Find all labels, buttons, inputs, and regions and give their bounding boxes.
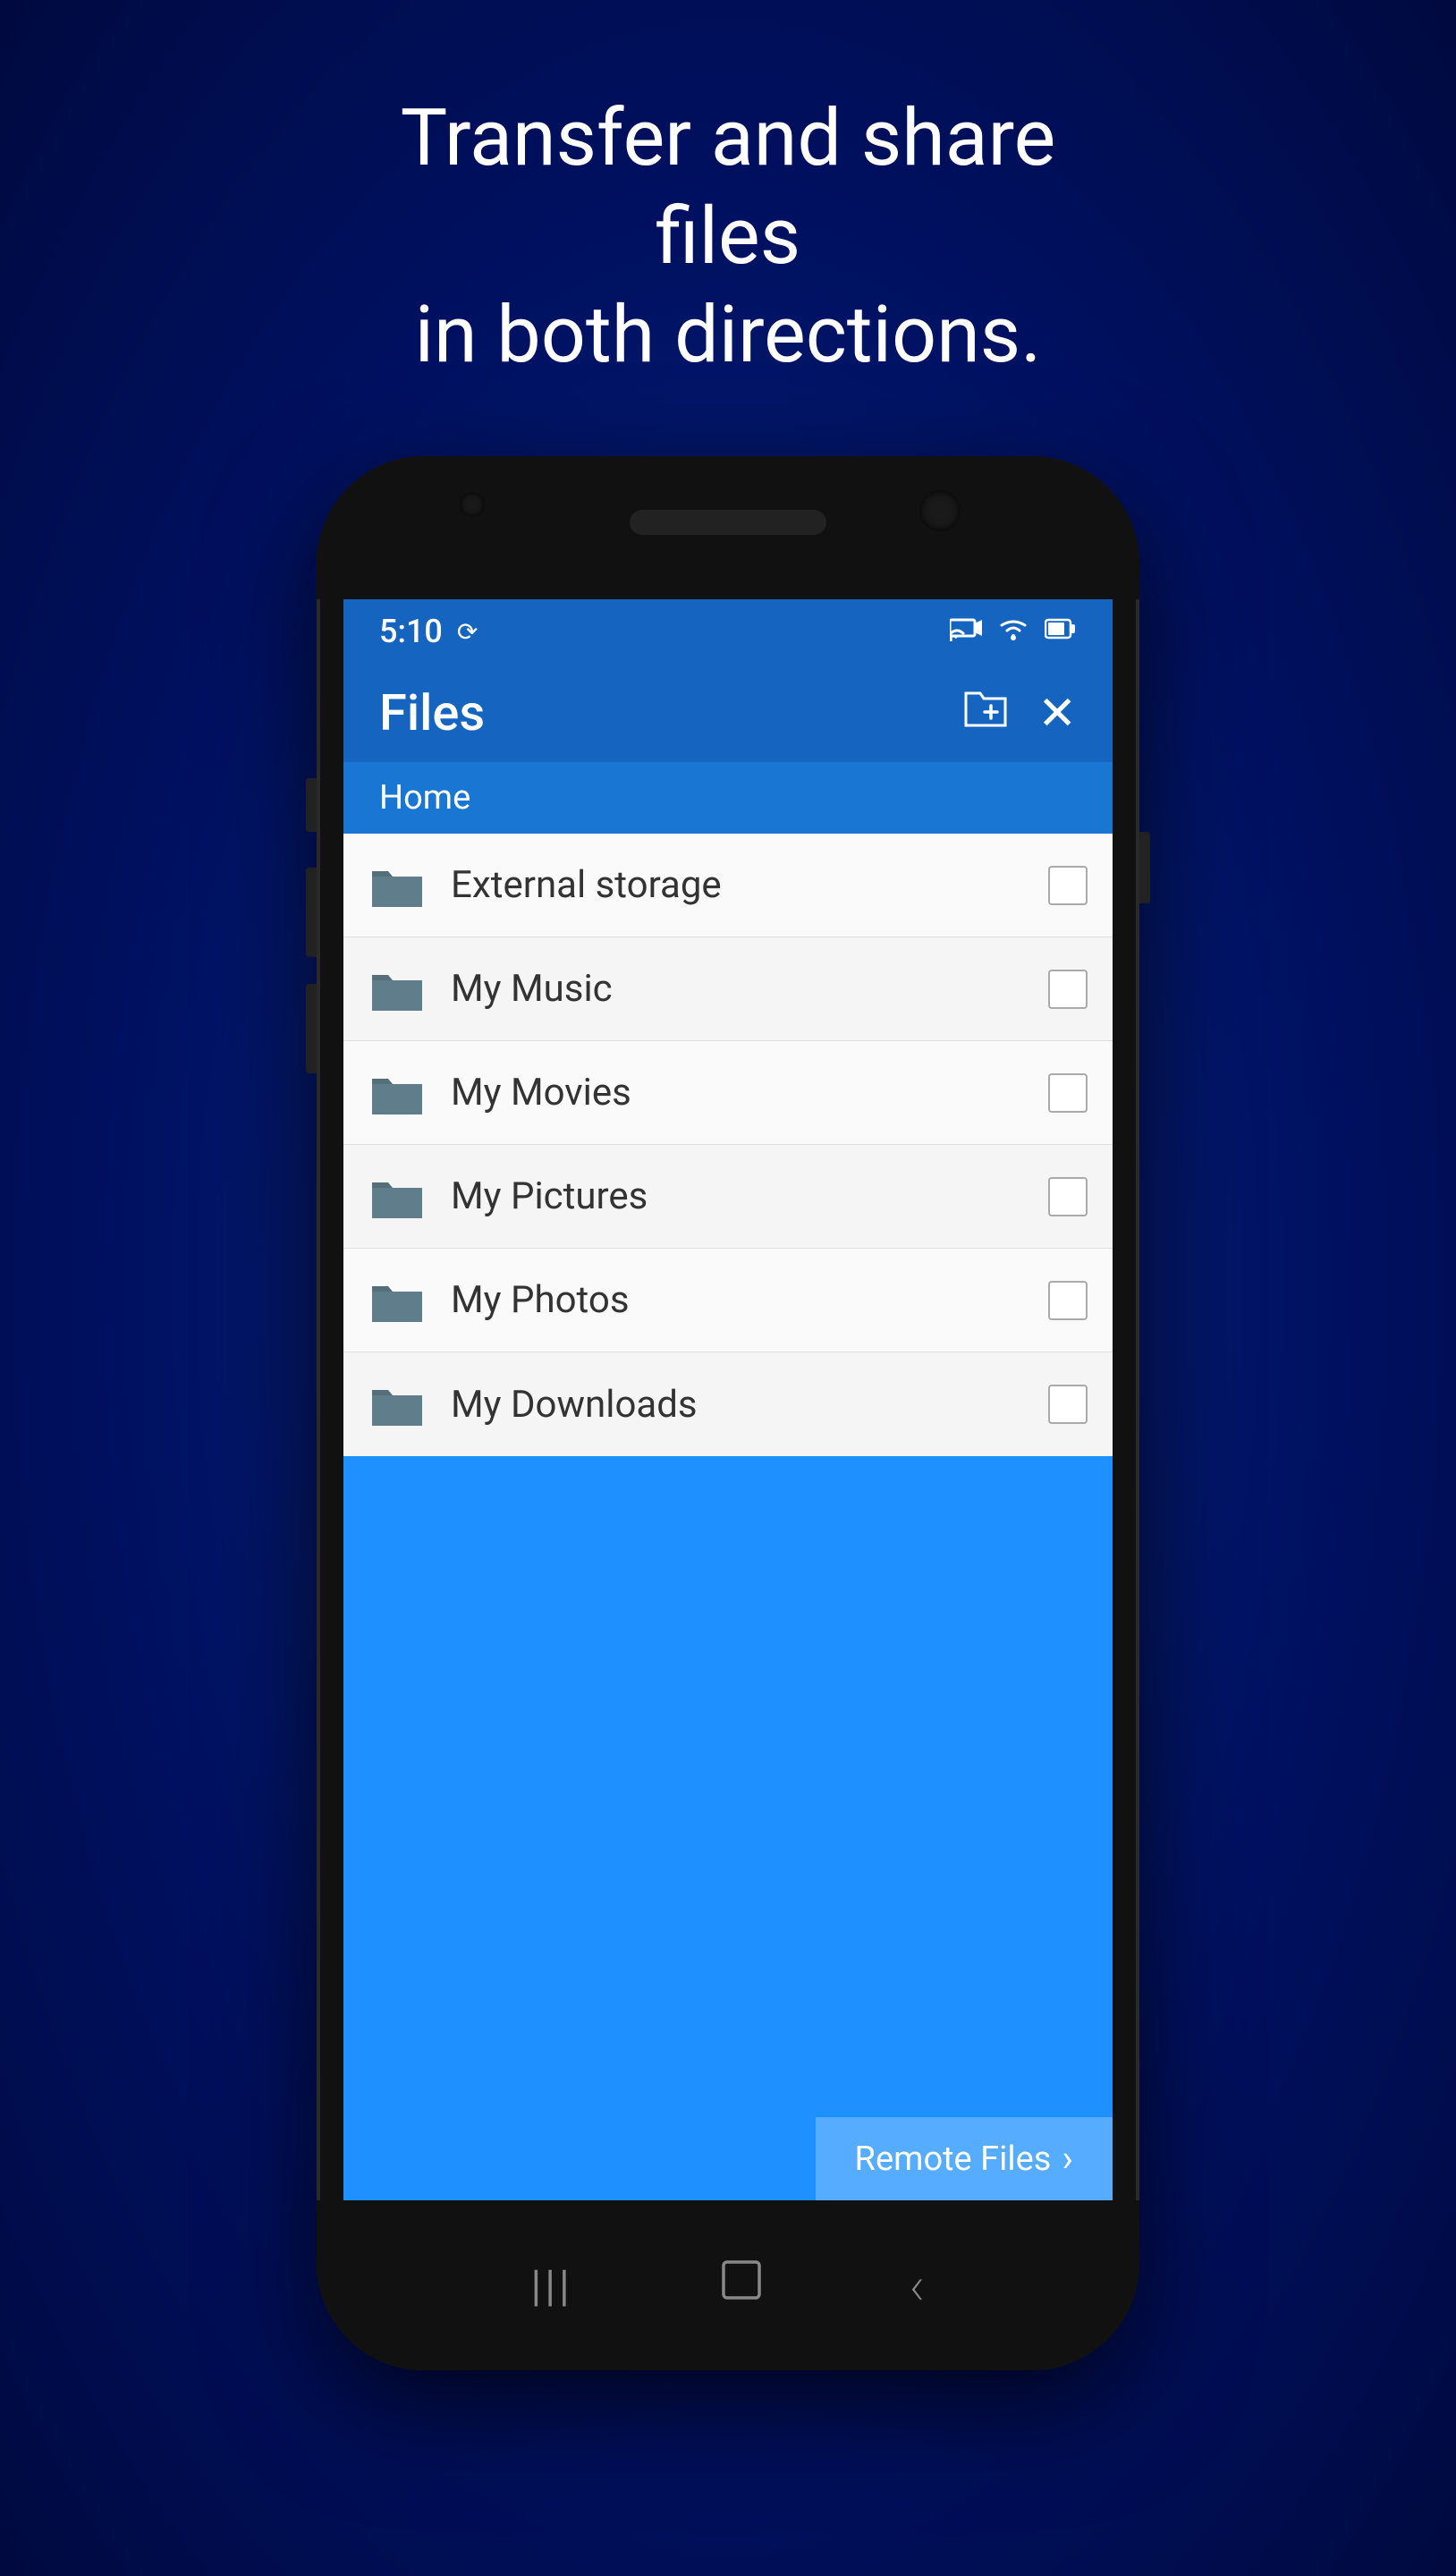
back-nav-icon[interactable]: ‹ (910, 2254, 926, 2318)
close-button[interactable]: ✕ (1037, 686, 1077, 741)
breadcrumb-path: Home (379, 778, 470, 818)
folder-icon (368, 860, 426, 911)
file-checkbox[interactable] (1048, 866, 1088, 905)
folder-icon (368, 964, 426, 1014)
phone-shell: 5:10 ⟳ (317, 456, 1139, 2370)
file-checkbox[interactable] (1048, 970, 1088, 1009)
file-checkbox[interactable] (1048, 1073, 1088, 1113)
bottom-bezel: ||| ‹ (317, 2200, 1139, 2370)
folder-icon (368, 1379, 426, 1429)
volume-up-button (306, 778, 317, 832)
file-checkbox[interactable] (1048, 1385, 1088, 1424)
file-name: My Music (451, 967, 1048, 1011)
app-title: Files (379, 683, 485, 742)
list-item[interactable]: My Pictures (343, 1145, 1113, 1249)
file-list: External storage My Music (343, 834, 1113, 1456)
remote-files-button[interactable]: Remote Files › (816, 2117, 1113, 2200)
status-bar: 5:10 ⟳ (343, 599, 1113, 664)
bixby-button (306, 984, 317, 1073)
status-time: 5:10 ⟳ (379, 613, 478, 650)
volume-down-button (306, 868, 317, 957)
chevron-right-icon: › (1062, 2137, 1073, 2181)
battery-icon (1045, 614, 1077, 648)
headline-line2: in both directions. (415, 289, 1042, 381)
status-icons (950, 614, 1077, 648)
speaker (630, 510, 826, 535)
menu-nav-icon[interactable]: ||| (531, 2260, 573, 2311)
content-area: Remote Files › (343, 1456, 1113, 2200)
file-name: My Pictures (451, 1174, 1048, 1218)
wifi-icon (996, 614, 1030, 648)
headline: Transfer and share files in both directi… (326, 89, 1130, 385)
folder-icon (368, 1275, 426, 1326)
header-actions: ✕ (962, 686, 1077, 741)
file-name: External storage (451, 863, 1048, 907)
folder-icon (368, 1068, 426, 1118)
file-checkbox[interactable] (1048, 1281, 1088, 1320)
list-item[interactable]: My Photos (343, 1249, 1113, 1352)
breadcrumb-bar: Home (343, 762, 1113, 834)
list-item[interactable]: External storage (343, 834, 1113, 937)
cast-icon (950, 614, 982, 648)
file-name: My Movies (451, 1071, 1048, 1114)
headline-line1: Transfer and share files (401, 92, 1056, 283)
remote-files-label: Remote Files (855, 2140, 1052, 2179)
file-name: My Downloads (451, 1383, 1048, 1427)
front-camera (919, 490, 961, 531)
home-nav-icon[interactable] (716, 2255, 766, 2317)
app-icon: ⟳ (457, 617, 478, 647)
top-bezel (317, 456, 1139, 599)
time-display: 5:10 (379, 613, 443, 650)
power-button (1139, 832, 1150, 903)
app-header: Files ✕ (343, 664, 1113, 762)
folder-icon (368, 1172, 426, 1222)
phone-screen: 5:10 ⟳ (343, 599, 1113, 2200)
file-checkbox[interactable] (1048, 1177, 1088, 1216)
list-item[interactable]: My Downloads (343, 1352, 1113, 1456)
list-item[interactable]: My Movies (343, 1041, 1113, 1145)
file-name: My Photos (451, 1278, 1048, 1322)
list-item[interactable]: My Music (343, 937, 1113, 1041)
add-folder-button[interactable] (962, 686, 1009, 740)
